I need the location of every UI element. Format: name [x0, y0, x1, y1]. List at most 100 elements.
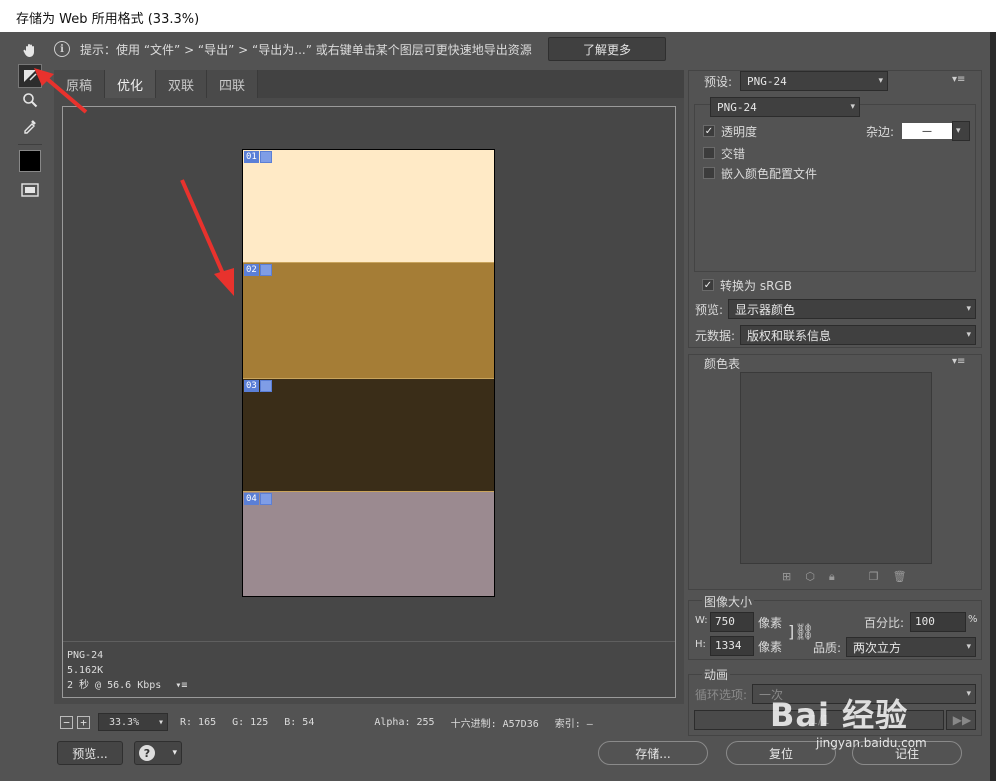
readout-alpha: Alpha: 255	[374, 716, 435, 728]
reset-button[interactable]: 复位	[726, 741, 836, 765]
file-format-select[interactable]: PNG-24 ▾	[710, 97, 860, 117]
loop-options-select[interactable]: 一次 ▾	[752, 684, 976, 704]
metadata-label: 元数据:	[695, 329, 736, 343]
link-dimensions-icon[interactable]: ]⛓︎	[788, 622, 815, 641]
window-edge	[990, 32, 996, 781]
frame-counter-text: 1/1	[810, 713, 830, 727]
metadata-value: 版权和联系信息	[747, 328, 832, 343]
quality-select[interactable]: 两次立方 ▾	[846, 637, 976, 657]
next-frame-button[interactable]: ▶▶	[946, 710, 976, 730]
slice-03[interactable]: 03	[243, 378, 494, 492]
interlaced-checkbox[interactable]	[703, 147, 715, 159]
convert-srgb-checkbox[interactable]: ✓	[702, 279, 714, 291]
loop-options-label: 循环选项:	[695, 688, 748, 702]
interlaced-label: 交错	[721, 147, 746, 161]
slice-number: 01	[244, 151, 259, 163]
title-bar: 存储为 Web 所用格式 (33.3%)	[0, 0, 996, 32]
slice-02[interactable]: 02	[243, 262, 494, 378]
slice-04[interactable]: 04	[243, 492, 494, 596]
device-preview-select[interactable]: ? ▾	[134, 741, 182, 765]
quality-label: 品质:	[813, 641, 842, 655]
readout-green: G: 125	[232, 716, 269, 728]
trash-icon[interactable]: 🗑︎	[893, 570, 907, 584]
quality-value: 两次立方	[853, 640, 902, 655]
save-button[interactable]: 存储...	[598, 741, 708, 765]
readout-hex: 十六进制: A57D36	[450, 718, 539, 730]
preset-select[interactable]: PNG-24 ▾	[740, 71, 888, 91]
toolbar-divider	[18, 144, 42, 145]
slice-select-tool-icon[interactable]	[18, 64, 42, 88]
new-color-icon[interactable]: ❐	[869, 570, 879, 584]
hand-tool-icon[interactable]	[18, 38, 42, 62]
preview-color-select[interactable]: 显示器颜色 ▾	[728, 299, 976, 319]
tab-2-up[interactable]: 双联	[156, 70, 208, 98]
percent-input[interactable]: 100	[910, 612, 966, 632]
preview-area: 01 02 03 04 PNG-24 5.162K 2 秒 @ 56.6 Kbp…	[54, 98, 684, 704]
zoom-in-button[interactable]: +	[77, 715, 90, 729]
tab-4-up[interactable]: 四联	[207, 70, 259, 98]
optimize-menu-icon[interactable]: ▾≡	[952, 74, 965, 85]
readout-red: R: 165	[180, 716, 217, 728]
chevron-down-icon: ▾	[966, 642, 971, 652]
preset-label: 预设:	[704, 75, 733, 89]
info-file-size: 5.162K	[67, 665, 104, 676]
preview-canvas[interactable]: 01 02 03 04 PNG-24 5.162K 2 秒 @ 56.6 Kbp…	[62, 106, 676, 698]
width-unit: 像素	[758, 616, 783, 630]
height-input[interactable]: 1334	[710, 636, 754, 656]
color-table-area[interactable]	[740, 372, 932, 564]
tab-optimized[interactable]: 优化	[105, 70, 157, 98]
chevron-down-icon: ▾	[966, 330, 971, 340]
info-icon: i	[54, 41, 70, 57]
window-title: 存储为 Web 所用格式 (33.3%)	[16, 12, 200, 27]
tab-original[interactable]: 原稿	[54, 70, 106, 98]
help-icon: ?	[139, 745, 155, 761]
width-input[interactable]: 750	[710, 612, 754, 632]
chevron-down-icon: ▾	[956, 126, 961, 136]
preview-image[interactable]: 01 02 03 04	[242, 149, 495, 597]
preview-color-value: 显示器颜色	[735, 302, 796, 317]
readout-index: 索引: —	[554, 718, 593, 730]
web-shift-icon[interactable]: ⊞	[782, 570, 791, 584]
remember-button[interactable]: 记住	[852, 741, 962, 765]
learn-more-button[interactable]: 了解更多	[548, 37, 666, 61]
fast-forward-icon: ▶▶	[952, 713, 972, 727]
zoom-level-value: 33.3%	[109, 716, 140, 728]
view-tabs: 原稿 优化 双联 四联	[54, 70, 684, 98]
zoom-tool-icon[interactable]	[18, 88, 42, 112]
slice-number: 03	[244, 380, 259, 392]
eyedropper-tool-icon[interactable]	[18, 114, 42, 138]
slice-image-icon	[259, 493, 272, 505]
zoom-level-select[interactable]: 33.3% ▾	[98, 713, 168, 731]
hint-bar: i 提示：使用 “文件” > “导出” > “导出为...” 或右键单击某个图层…	[50, 36, 676, 62]
optimization-info: PNG-24 5.162K 2 秒 @ 56.6 Kbps ▾≡	[63, 641, 675, 697]
image-size-title: 图像大小	[702, 593, 755, 610]
color-table-title: 颜色表	[704, 357, 741, 371]
chevron-down-icon: ▾	[966, 689, 971, 699]
status-bar: − + 33.3% ▾ R: 165 G: 125 B: 54 Alpha: 2…	[54, 710, 684, 734]
chevron-down-icon: ▾	[157, 716, 164, 728]
height-label: H:	[695, 639, 706, 650]
hint-text: 提示：使用 “文件” > “导出” > “导出为...” 或右键单击某个图层可更…	[80, 42, 532, 57]
chevron-down-icon: ▾	[966, 304, 971, 314]
slice-image-icon	[259, 264, 272, 276]
info-menu-icon[interactable]: ▾≡	[175, 680, 187, 691]
file-format-value: PNG-24	[717, 100, 757, 114]
transparency-checkbox[interactable]: ✓	[703, 125, 715, 137]
zoom-out-button[interactable]: −	[60, 715, 73, 729]
cube-icon[interactable]: ⬡	[805, 570, 815, 584]
slice-number: 04	[244, 493, 259, 505]
matte-color-swatch[interactable]: —	[902, 123, 952, 139]
toggle-slices-visibility-icon[interactable]	[18, 178, 42, 202]
color-table-menu-icon[interactable]: ▾≡	[952, 356, 965, 367]
matte-select[interactable]: ▾	[952, 121, 970, 141]
eyedropper-color-swatch[interactable]	[19, 150, 41, 172]
percent-label: 百分比:	[864, 616, 905, 630]
embed-profile-checkbox[interactable]	[703, 167, 715, 179]
preview-button[interactable]: 预览...	[57, 741, 123, 765]
lock-icon[interactable]: 🔒︎	[829, 570, 835, 584]
animation-title: 动画	[702, 666, 731, 683]
metadata-select[interactable]: 版权和联系信息 ▾	[740, 325, 976, 345]
info-download-time: 2 秒 @ 56.6 Kbps	[67, 680, 162, 691]
embed-profile-label: 嵌入颜色配置文件	[721, 167, 818, 181]
slice-01[interactable]: 01	[243, 150, 494, 262]
